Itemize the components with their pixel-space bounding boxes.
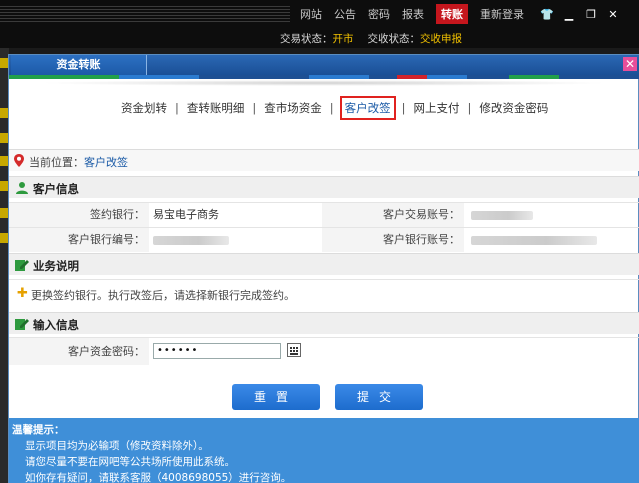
tips-panel: 温馨提示： 显示项目均为必输项（修改资料除外）。 请您尽量不要在网吧等公共场所使… xyxy=(9,418,639,483)
tips-line: 如你存有疑问，请联系客服（4008698055）进行咨询。 xyxy=(25,472,292,483)
location-pin-icon xyxy=(14,154,24,167)
fund-password-input[interactable]: •••••• xyxy=(153,343,281,359)
tab-separator: | xyxy=(467,101,472,115)
menu-password[interactable]: 密码 xyxy=(368,6,390,22)
submit-button[interactable]: 提交 xyxy=(335,384,423,410)
trade-status-value: 开市 xyxy=(332,32,354,45)
tab-online-payment[interactable]: 网上支付 xyxy=(412,99,462,117)
top-toolbar: 网站 公告 密码 报表 转账 重新登录 👕 ▁ ❐ ✕ 交易状态： 开市 交收状… xyxy=(0,0,639,48)
tips-line: 显示项目均为必输项（修改资料除外）。 xyxy=(25,440,209,452)
bg-marker xyxy=(0,108,8,118)
customer-info-header: 客户信息 xyxy=(9,176,639,198)
menu-transfer[interactable]: 转账 xyxy=(436,4,468,24)
minimize-icon[interactable]: ▁ xyxy=(558,8,580,21)
top-menu: 网站 公告 密码 报表 转账 重新登录 👕 ▁ ❐ ✕ xyxy=(300,4,624,24)
keyboard-icon[interactable] xyxy=(287,343,301,357)
function-tabs: 资金划转 | 查转账明细 | 查市场资金 | 客户改签 | 网上支付 | 修改资… xyxy=(119,96,550,120)
business-header: 业务说明 xyxy=(9,253,639,275)
close-window-icon[interactable]: ✕ xyxy=(602,8,624,21)
business-description: ✚ 更换签约银行。执行改签后，请选择新银行完成签约。 xyxy=(9,279,639,305)
dialog-titlebar: 资金转账 ✕ xyxy=(9,55,639,75)
menu-report[interactable]: 报表 xyxy=(402,6,424,22)
toolbar-stripes xyxy=(0,6,290,22)
bank-account-label: 客户银行账号： xyxy=(322,228,464,252)
redacted-bank-id xyxy=(153,236,229,245)
dialog-title: 资金转账 xyxy=(11,55,147,75)
tab-transfer-details[interactable]: 查转账明细 xyxy=(185,99,247,117)
color-bar xyxy=(9,75,639,79)
restore-icon[interactable]: ❐ xyxy=(580,8,602,21)
status-line: 交易状态： 开市 交收状态： 交收申报 xyxy=(280,30,476,46)
breadcrumb: 当前位置：客户改签 xyxy=(9,149,639,171)
sign-bank-value: 易宝电子商务 xyxy=(153,208,219,221)
menu-notice[interactable]: 公告 xyxy=(334,6,356,22)
menu-relogin[interactable]: 重新登录 xyxy=(480,6,524,22)
info-row-1: 签约银行： 易宝电子商务 客户交易账号： xyxy=(9,202,639,227)
section-title: 客户信息 xyxy=(33,182,79,196)
transfer-dialog: 资金转账 ✕ 资金划转 | 查转账明细 | 查市场资金 | 客户改签 | 网上支… xyxy=(8,54,639,483)
bank-id-label: 客户银行编号： xyxy=(9,228,149,252)
redacted-bank-account xyxy=(471,236,597,245)
close-icon[interactable]: ✕ xyxy=(623,57,637,71)
settle-status-value: 交收申报 xyxy=(420,32,462,45)
reset-button[interactable]: 重置 xyxy=(232,384,320,410)
bg-marker xyxy=(0,58,8,68)
location-label: 当前位置： xyxy=(29,156,84,169)
menu-website[interactable]: 网站 xyxy=(300,6,322,22)
bg-marker xyxy=(0,208,8,218)
redacted-trade-account xyxy=(471,211,533,220)
sign-bank-label: 签约银行： xyxy=(9,203,149,227)
tab-change-fund-password[interactable]: 修改资金密码 xyxy=(477,99,550,117)
shirt-icon[interactable]: 👕 xyxy=(536,8,558,21)
tab-separator: | xyxy=(175,101,179,115)
info-row-2: 客户银行编号： 客户银行账号： xyxy=(9,227,639,252)
tab-separator: | xyxy=(401,101,406,115)
settle-status-label: 交收状态： xyxy=(367,32,421,45)
bg-marker xyxy=(0,233,8,243)
input-info-header: 输入信息 xyxy=(9,312,639,334)
edit-icon xyxy=(15,319,29,330)
trade-status-label: 交易状态： xyxy=(280,32,333,45)
tab-separator: | xyxy=(252,101,257,115)
password-row: 客户资金密码： •••••• xyxy=(9,337,639,365)
bg-marker xyxy=(0,156,8,166)
trade-account-label: 客户交易账号： xyxy=(322,203,464,227)
bg-marker xyxy=(0,133,8,143)
section-title: 输入信息 xyxy=(33,318,79,332)
business-text: 更换签约银行。执行改签后，请选择新银行完成签约。 xyxy=(31,289,295,302)
edit-icon xyxy=(15,260,29,271)
tab-change-bank[interactable]: 客户改签 xyxy=(339,96,396,120)
breadcrumb-text: 当前位置：客户改签 xyxy=(29,154,128,170)
tips-line: 请您尽量不要在网吧等公共场所使用此系统。 xyxy=(25,456,235,468)
tab-separator: | xyxy=(329,101,334,115)
tips-title: 温馨提示： xyxy=(12,424,65,436)
bg-marker xyxy=(0,181,8,191)
fund-password-label: 客户资金密码： xyxy=(9,338,149,365)
location-current[interactable]: 客户改签 xyxy=(84,156,128,169)
divider-shadow xyxy=(39,80,609,86)
section-title: 业务说明 xyxy=(33,259,79,273)
plus-icon: ✚ xyxy=(17,286,28,301)
tab-fund-transfer[interactable]: 资金划转 xyxy=(119,99,169,117)
tab-market-funds[interactable]: 查市场资金 xyxy=(262,99,324,117)
user-icon xyxy=(16,182,28,194)
